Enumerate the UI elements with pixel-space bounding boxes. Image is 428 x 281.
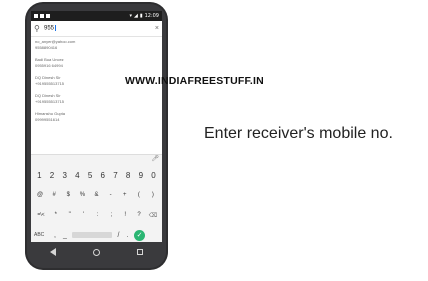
key-6[interactable]: 6 [97, 171, 109, 180]
keyboard-toolbar: 🎤︎ [31, 155, 162, 165]
key-ampersand[interactable]: & [90, 192, 102, 198]
key-at[interactable]: @ [34, 192, 46, 198]
key-question[interactable]: ? [133, 212, 145, 218]
key-slash[interactable]: / [116, 232, 121, 239]
key-single-quote[interactable]: ' [78, 212, 90, 218]
phone-frame: ▾ ◢ ▮ 12:09 ⚲ 955 × no_anyer@yahoo.com 9… [25, 2, 168, 270]
key-more-symbols[interactable]: =\< [34, 212, 48, 218]
contact-item[interactable]: no_anyer@yahoo.com 9558890416 [35, 38, 158, 56]
contact-phone: +919555513715 [35, 99, 65, 104]
nav-bar [31, 242, 162, 262]
contact-item[interactable]: DQ Dinesh Sir +919555513715 [35, 92, 158, 110]
key-exclamation[interactable]: ! [119, 212, 131, 218]
key-2[interactable]: 2 [46, 171, 58, 180]
keyboard-row-numbers: 1 2 3 4 5 6 7 8 9 0 [31, 165, 162, 185]
key-colon[interactable]: : [91, 212, 103, 218]
key-close-paren[interactable]: ) [147, 192, 159, 198]
key-double-quote[interactable]: " [64, 212, 76, 218]
contact-phone: 0955916 64994 [35, 63, 63, 68]
contact-phone: 09999551614 [35, 117, 60, 122]
key-plus[interactable]: + [119, 192, 131, 198]
recents-icon[interactable] [137, 249, 144, 255]
signal-icon: ◢ [133, 13, 138, 19]
instruction-caption: Enter receiver's mobile no. [204, 125, 393, 142]
clear-icon[interactable]: × [155, 25, 159, 32]
key-hash[interactable]: # [48, 192, 60, 198]
key-0[interactable]: 0 [148, 171, 160, 180]
key-8[interactable]: 8 [122, 171, 134, 180]
mic-icon[interactable]: 🎤︎ [151, 156, 159, 162]
contact-item[interactable]: Himanshu Gupta 09999551614 [35, 110, 158, 128]
contact-phone: 9558890416 [35, 45, 58, 50]
key-percent[interactable]: % [76, 192, 88, 198]
key-7[interactable]: 7 [109, 171, 121, 180]
key-abc[interactable]: ABC [34, 232, 48, 238]
watermark: WWW.INDIAFREESTUFF.IN [125, 75, 264, 87]
enter-check-icon[interactable]: ✓ [134, 229, 145, 241]
back-icon[interactable] [49, 248, 56, 256]
wifi-icon: ▾ [129, 13, 132, 19]
key-5[interactable]: 5 [84, 171, 96, 180]
status-icons-left [34, 14, 50, 18]
keyboard-row-punct: =\< * " ' : ; ! ? ⌫ [31, 205, 162, 225]
search-input[interactable]: 955 [44, 25, 155, 32]
clock: 12:09 [144, 13, 159, 19]
backspace-icon[interactable]: ⌫ [147, 212, 159, 219]
key-dollar[interactable]: $ [62, 192, 74, 198]
battery-icon: ▮ [139, 13, 143, 19]
key-comma[interactable]: , [52, 232, 58, 239]
notification-icon [34, 14, 38, 18]
notification-icon [40, 14, 44, 18]
key-minus[interactable]: - [105, 192, 117, 198]
key-asterisk[interactable]: * [50, 212, 62, 218]
key-3[interactable]: 3 [59, 171, 71, 180]
status-bar: ▾ ◢ ▮ 12:09 [31, 11, 162, 21]
key-semicolon[interactable]: ; [105, 212, 117, 218]
key-9[interactable]: 9 [135, 171, 147, 180]
key-1[interactable]: 1 [33, 171, 45, 180]
keyboard: 🎤︎ 1 2 3 4 5 6 7 8 9 0 @ # $ % & - + ()… [31, 154, 162, 242]
keyboard-row-symbols: @ # $ % & - + ( ) [31, 185, 162, 205]
search-bar[interactable]: ⚲ 955 × [31, 21, 162, 37]
key-open-paren[interactable]: ( [133, 192, 145, 198]
keyboard-row-bottom: ABC , _ / . ✓ [31, 225, 162, 242]
status-icons-right: ▾ ◢ ▮ 12:09 [129, 13, 159, 19]
home-icon[interactable] [92, 248, 100, 256]
notification-icon [46, 14, 50, 18]
key-period[interactable]: . [125, 232, 130, 239]
key-space[interactable] [72, 232, 112, 238]
phone-screen: ▾ ◢ ▮ 12:09 ⚲ 955 × no_anyer@yahoo.com 9… [31, 11, 162, 242]
contact-item[interactable]: Badi Bua Uncez 0955916 64994 [35, 56, 158, 74]
search-icon[interactable]: ⚲ [34, 24, 44, 33]
key-underscore[interactable]: _ [62, 232, 68, 239]
key-4[interactable]: 4 [71, 171, 83, 180]
